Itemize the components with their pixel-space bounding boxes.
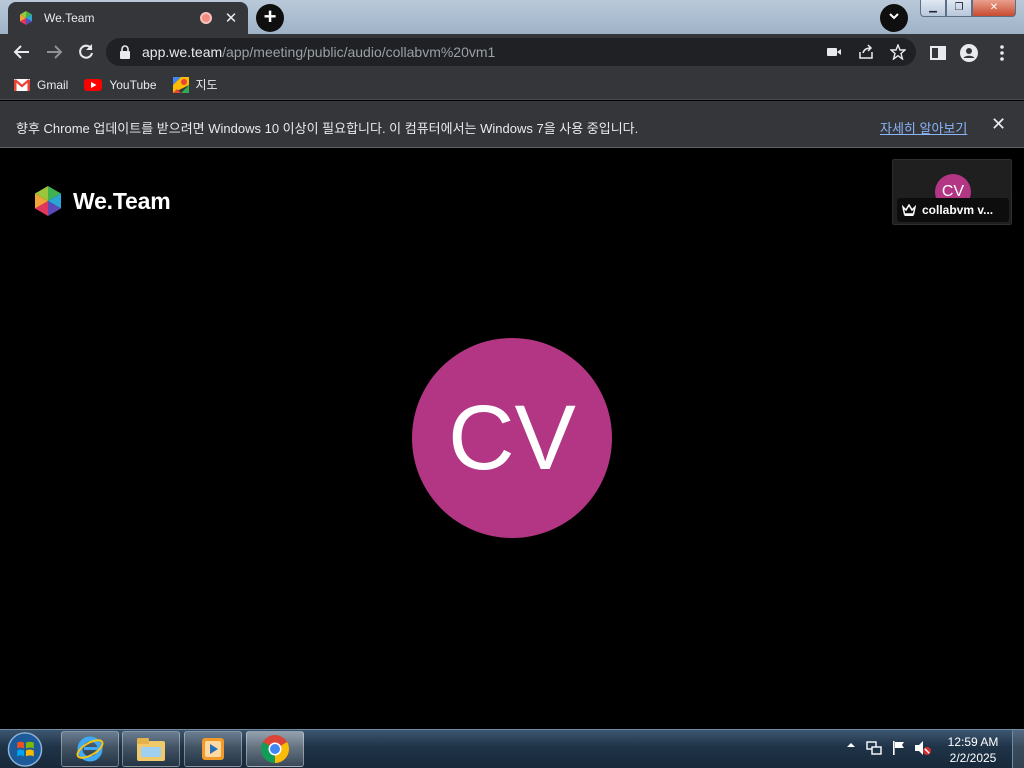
windows-taskbar: 12:59 AM 2/2/2025 <box>0 729 1024 768</box>
file-explorer-icon <box>137 738 165 761</box>
bookmark-label: YouTube <box>109 77 157 92</box>
taskbar-internet-explorer[interactable] <box>61 731 119 767</box>
tab-close-icon[interactable]: ✕ <box>224 9 238 27</box>
share-icon[interactable] <box>858 44 874 60</box>
learn-more-link[interactable]: 자세히 알아보기 <box>880 118 967 137</box>
update-infobar: 향후 Chrome 업데이트를 받으려면 Windows 10 이상이 필요합니… <box>0 101 1024 148</box>
side-panel-icon[interactable] <box>929 44 947 62</box>
bookmarks-bar: Gmail YouTube 지도 <box>0 70 1024 100</box>
bookmark-label: 지도 <box>195 78 218 92</box>
show-hidden-icons-icon[interactable] <box>846 740 856 750</box>
participant-name: collabvm v... <box>922 203 994 217</box>
clock-date: 2/2/2025 <box>949 751 997 765</box>
minimize-button[interactable]: ▁ <box>920 0 946 17</box>
tab-search-button[interactable] <box>880 4 908 32</box>
url-path: /app/meeting/public/audio/collabvm%20vm1 <box>222 44 496 60</box>
taskbar-file-explorer[interactable] <box>122 731 180 767</box>
weteam-logo: We.Team <box>32 185 171 217</box>
internet-explorer-icon <box>76 736 104 762</box>
main-participant-avatar: CV <box>412 338 612 538</box>
start-button[interactable] <box>5 731 45 768</box>
close-infobar-icon[interactable]: ✕ <box>991 114 1006 135</box>
camera-icon[interactable] <box>826 44 842 60</box>
restore-button[interactable]: ❐ <box>946 0 972 17</box>
new-tab-button[interactable]: + <box>256 4 284 32</box>
recording-indicator-icon <box>200 12 212 24</box>
reload-button[interactable] <box>74 40 98 64</box>
system-clock[interactable]: 12:59 AM 2/2/2025 <box>938 734 1008 766</box>
taskbar-chrome[interactable] <box>246 731 304 767</box>
weteam-favicon-icon <box>20 11 32 25</box>
infobar-message: 향후 Chrome 업데이트를 받으려면 Windows 10 이상이 필요합니… <box>16 121 639 136</box>
bookmark-youtube[interactable]: YouTube <box>84 77 157 92</box>
forward-button[interactable] <box>42 40 66 64</box>
action-center-flag-icon[interactable] <box>892 740 906 756</box>
tab-title: We.Team <box>44 11 95 25</box>
back-button[interactable] <box>10 40 34 64</box>
address-bar[interactable]: app.we.team/app/meeting/public/audio/col… <box>106 38 916 66</box>
taskbar-media-player[interactable] <box>184 731 242 767</box>
gmail-icon <box>14 78 30 91</box>
meeting-stage: We.Team CV CV collabvm v... <box>0 149 1024 729</box>
menu-dots-icon[interactable] <box>993 44 1011 62</box>
close-window-button[interactable]: ✕ <box>972 0 1016 17</box>
bookmark-gmail[interactable]: Gmail <box>14 78 68 92</box>
volume-muted-icon[interactable] <box>914 740 932 756</box>
tile-label: collabvm v... <box>897 198 1009 222</box>
browser-toolbar: app.we.team/app/meeting/public/audio/col… <box>0 34 1024 70</box>
network-icon[interactable] <box>866 740 882 756</box>
show-desktop-button[interactable] <box>1012 730 1024 768</box>
weteam-logo-icon <box>35 186 61 216</box>
bookmark-star-icon[interactable] <box>890 44 906 60</box>
bookmark-maps[interactable]: 지도 <box>172 76 218 93</box>
logo-text: We.Team <box>73 187 171 214</box>
lock-icon <box>120 45 130 59</box>
youtube-icon <box>84 78 103 91</box>
bookmark-label: Gmail <box>37 77 69 92</box>
arrow-left-icon <box>13 45 29 59</box>
chevron-down-icon <box>889 13 899 20</box>
maps-icon <box>172 76 189 93</box>
url-text: app.we.team/app/meeting/public/audio/col… <box>142 44 495 60</box>
profile-icon[interactable] <box>960 44 978 62</box>
arrow-right-icon <box>47 45 63 59</box>
clock-time: 12:59 AM <box>947 735 999 749</box>
window-controls: ▁ ❐ ✕ <box>920 0 1016 18</box>
browser-tabstrip: We.Team ✕ + ▁ ❐ ✕ <box>0 0 1024 34</box>
reload-icon <box>79 44 93 59</box>
participant-tile[interactable]: CV collabvm v... <box>892 159 1012 225</box>
chrome-icon <box>261 735 289 763</box>
media-player-icon <box>202 738 224 760</box>
url-host: app.we.team <box>142 44 223 60</box>
crown-icon <box>902 204 916 216</box>
browser-tab[interactable]: We.Team ✕ <box>8 2 248 34</box>
